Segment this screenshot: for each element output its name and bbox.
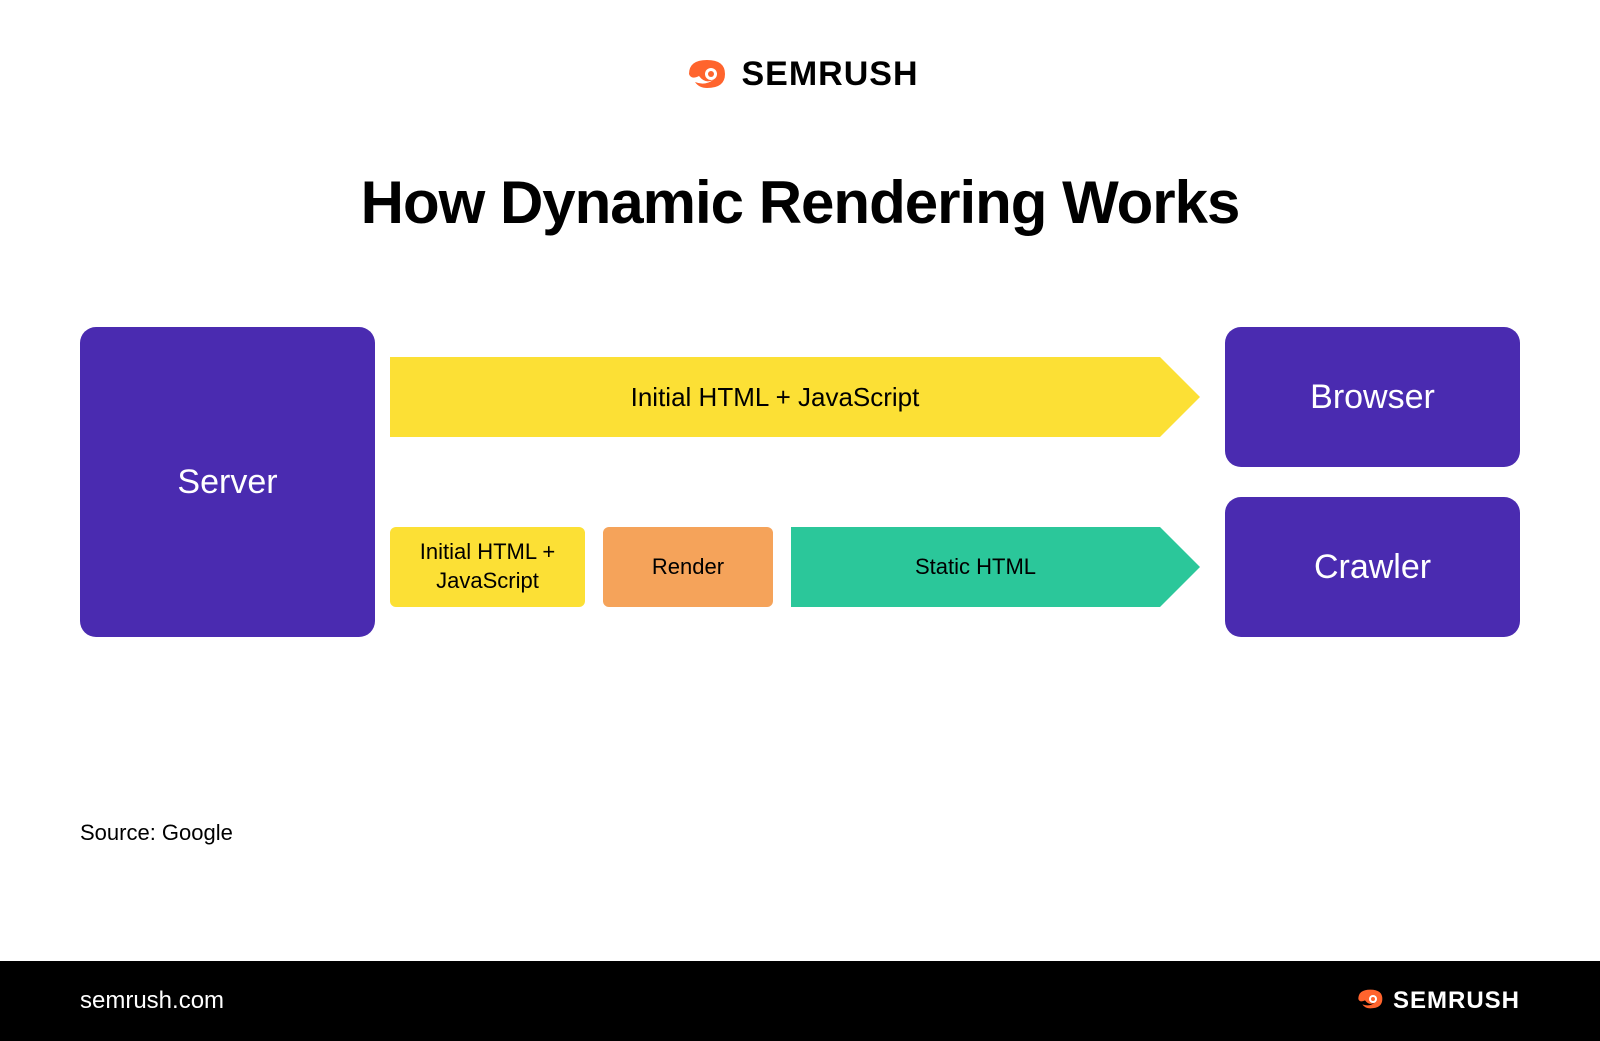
- server-node: Server: [80, 327, 375, 637]
- footer-logo: SEMRUSH: [1353, 983, 1520, 1020]
- source-text: Source: Google: [80, 820, 233, 846]
- footer-bar: semrush.com SEMRUSH: [0, 961, 1600, 1041]
- arrow-crawler-path: Initial HTML + JavaScript Render Static …: [390, 527, 1200, 607]
- brand-name: SEMRUSH: [741, 55, 918, 94]
- step-static-html-arrow: Static HTML: [791, 527, 1200, 607]
- footer-brand-name: SEMRUSH: [1393, 987, 1520, 1015]
- page-title: How Dynamic Rendering Works: [0, 168, 1600, 237]
- footer-url: semrush.com: [80, 987, 224, 1015]
- step-static-html: Static HTML: [791, 527, 1160, 607]
- crawler-label: Crawler: [1314, 548, 1431, 587]
- browser-label: Browser: [1310, 378, 1435, 417]
- arrow-right-icon: [1160, 357, 1200, 437]
- browser-node: Browser: [1225, 327, 1520, 467]
- server-label: Server: [177, 463, 277, 502]
- semrush-fireball-icon: [681, 50, 729, 98]
- step-render: Render: [603, 527, 773, 607]
- arrow-browser-path: Initial HTML + JavaScript: [390, 357, 1200, 437]
- semrush-fireball-icon: [1353, 983, 1385, 1020]
- step-initial-html: Initial HTML + JavaScript: [390, 527, 585, 607]
- arrow-browser-label: Initial HTML + JavaScript: [390, 357, 1160, 437]
- header-logo: SEMRUSH: [0, 0, 1600, 98]
- arrow-right-icon: [1160, 527, 1200, 607]
- crawler-node: Crawler: [1225, 497, 1520, 637]
- diagram-container: Server Initial HTML + JavaScript Browser…: [0, 327, 1600, 677]
